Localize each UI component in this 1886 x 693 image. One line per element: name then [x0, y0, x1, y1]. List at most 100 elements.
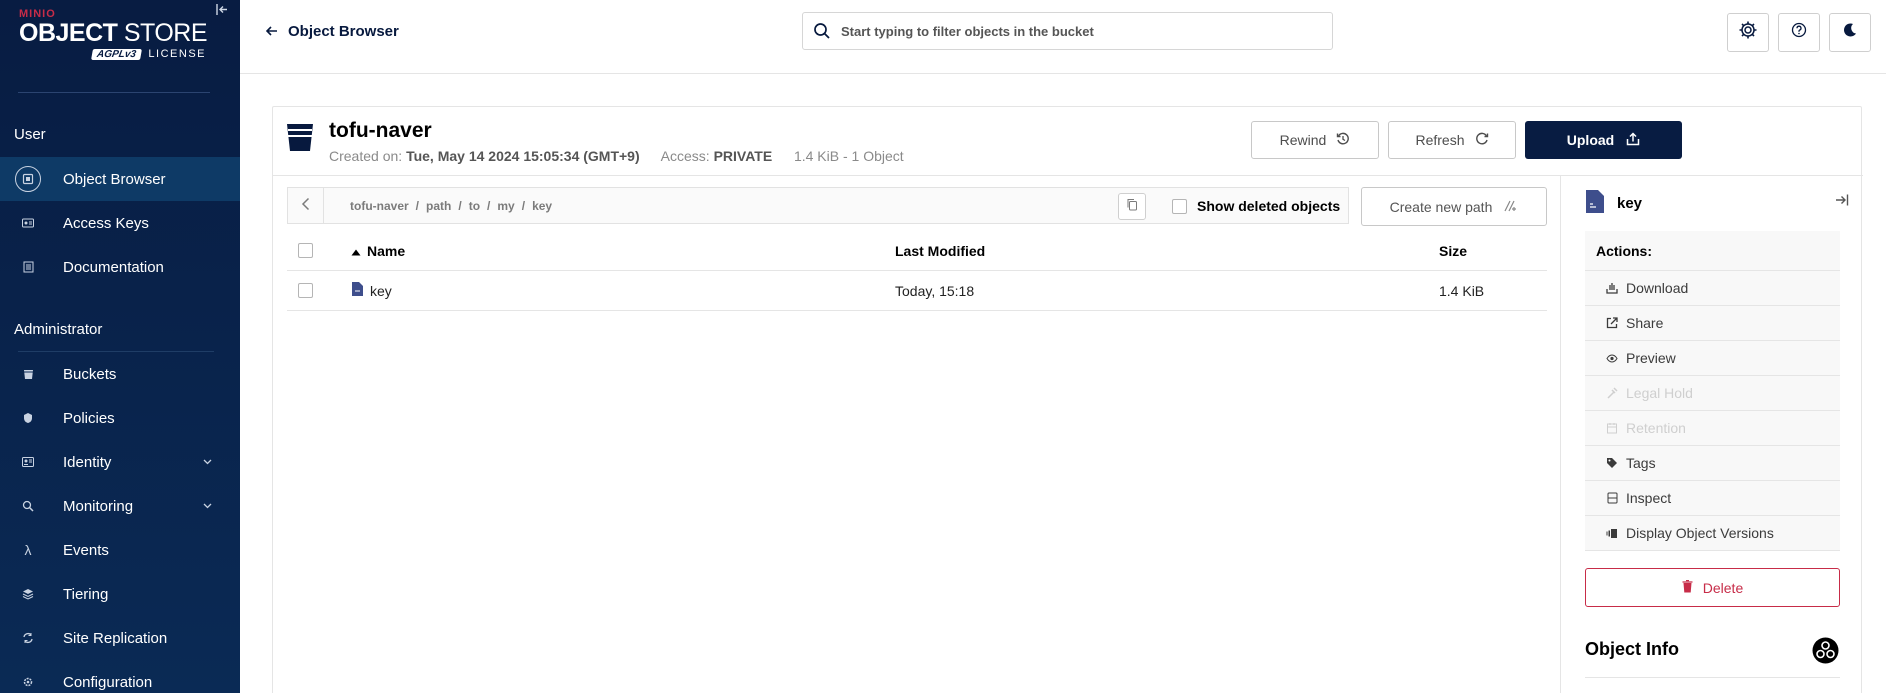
- breadcrumb-item[interactable]: path: [426, 199, 451, 213]
- access-keys-icon: [15, 210, 41, 236]
- object-size: 1.4 KiB: [1439, 282, 1485, 299]
- sidebar-item-buckets[interactable]: Buckets: [0, 352, 240, 396]
- action-tags[interactable]: Tags: [1585, 446, 1840, 481]
- upload-icon: [1626, 131, 1640, 149]
- chevron-down-icon[interactable]: [203, 501, 212, 512]
- download-icon: [1606, 282, 1618, 294]
- dark-mode-toggle[interactable]: [1829, 13, 1871, 52]
- action-share[interactable]: Share: [1585, 306, 1840, 341]
- history-icon: [1336, 132, 1350, 149]
- breadcrumb-separator: /: [487, 198, 491, 213]
- column-header-size[interactable]: Size: [1439, 243, 1467, 259]
- refresh-icon: [1475, 132, 1489, 149]
- created-value: Tue, May 14 2024 15:05:34 (GMT+9): [406, 148, 640, 164]
- collapse-sidebar-icon[interactable]: [214, 3, 230, 19]
- bucket-icon: [15, 361, 41, 387]
- column-header-last-modified[interactable]: Last Modified: [895, 243, 985, 259]
- configuration-icon: [15, 669, 41, 693]
- access-label: Access:: [660, 148, 710, 164]
- row-checkbox[interactable]: [298, 283, 313, 298]
- preview-icon: [1606, 352, 1618, 364]
- create-path-label: Create new path: [1389, 198, 1493, 215]
- inspect-icon: [1606, 492, 1618, 504]
- upload-button[interactable]: Upload: [1525, 121, 1682, 159]
- copy-path-button[interactable]: [1118, 193, 1146, 220]
- show-deleted-checkbox[interactable]: [1172, 198, 1187, 214]
- action-download[interactable]: Download: [1585, 271, 1840, 306]
- close-panel-icon[interactable]: [1835, 193, 1849, 209]
- sidebar-item-access-keys[interactable]: Access Keys: [0, 201, 240, 245]
- column-header-label: Name: [367, 242, 406, 259]
- action-legal-hold: Legal Hold: [1585, 376, 1840, 411]
- logo-store-text: STORE: [123, 19, 208, 47]
- sidebar-item-label: Site Replication: [63, 629, 168, 647]
- panel-divider: [1560, 176, 1561, 693]
- versions-icon: [1606, 527, 1618, 539]
- card-divider: [273, 175, 1863, 176]
- bucket-icon: [286, 121, 314, 153]
- create-new-path-button[interactable]: Create new path: [1361, 187, 1547, 226]
- object-info-title: Object Info: [1585, 639, 1679, 659]
- file-icon: [351, 281, 364, 300]
- sidebar-item-label: Identity: [63, 453, 112, 471]
- created-label: Created on:: [329, 148, 403, 164]
- sidebar-item-events[interactable]: λ Events: [0, 528, 240, 572]
- upload-label: Upload: [1566, 132, 1615, 148]
- sidebar-item-label: Configuration: [63, 673, 153, 691]
- sidebar-item-policies[interactable]: Policies: [0, 396, 240, 440]
- copy-icon: [1126, 198, 1138, 216]
- sidebar-item-label: Documentation: [63, 258, 164, 276]
- object-browser-icon: [15, 166, 41, 192]
- rewind-button[interactable]: Rewind: [1251, 121, 1379, 159]
- object-name-cell: key: [351, 281, 392, 300]
- minio-logo[interactable]: MINIO OBJECT STORE AGPLv3 LICENSE: [19, 8, 214, 70]
- object-info-icon: [1812, 637, 1839, 664]
- table-row[interactable]: key Today, 15:18 1.4 KiB: [287, 271, 1547, 311]
- action-label: Display Object Versions: [1626, 525, 1774, 541]
- action-preview[interactable]: Preview: [1585, 341, 1840, 376]
- action-label: Download: [1626, 280, 1689, 296]
- gear-icon: [1738, 20, 1758, 45]
- sidebar-item-tiering[interactable]: Tiering: [0, 572, 240, 616]
- access-value: PRIVATE: [713, 148, 773, 164]
- trash-icon: [1682, 579, 1693, 596]
- sidebar-item-site-replication[interactable]: Site Replication: [0, 616, 240, 660]
- action-label: Preview: [1626, 350, 1676, 366]
- sidebar-item-documentation[interactable]: Documentation: [0, 245, 240, 289]
- refresh-button[interactable]: Refresh: [1388, 121, 1516, 159]
- action-inspect[interactable]: Inspect: [1585, 481, 1840, 516]
- chevron-left-icon: [301, 195, 310, 216]
- bucket-meta: Created on: Tue, May 14 2024 15:05:34 (G…: [329, 148, 904, 164]
- settings-button[interactable]: [1727, 13, 1769, 52]
- sidebar-item-identity[interactable]: Identity: [0, 440, 240, 484]
- sidebar-item-object-browser[interactable]: Object Browser: [0, 157, 240, 201]
- select-all-checkbox[interactable]: [298, 243, 313, 258]
- search-input[interactable]: [841, 23, 1321, 39]
- column-header-name[interactable]: Name: [351, 243, 405, 259]
- breadcrumb-back-button[interactable]: [288, 188, 324, 223]
- sidebar-item-configuration[interactable]: Configuration: [0, 660, 240, 693]
- section-user: User: [14, 126, 46, 143]
- site-replication-icon: [15, 625, 41, 651]
- policy-icon: [15, 405, 41, 431]
- breadcrumb-item[interactable]: to: [469, 199, 480, 213]
- object-filter-search[interactable]: [802, 12, 1333, 50]
- breadcrumb-item[interactable]: my: [497, 199, 514, 213]
- documentation-icon: [15, 254, 41, 280]
- actions-panel: Actions: Download Share Preview Legal Ho…: [1585, 231, 1840, 551]
- search-icon: [813, 22, 831, 40]
- monitoring-icon: [15, 493, 41, 519]
- action-retention: Retention: [1585, 411, 1840, 446]
- show-deleted-toggle[interactable]: Show deleted objects: [1172, 198, 1340, 214]
- sidebar-item-label: Events: [63, 541, 109, 559]
- breadcrumb-item[interactable]: tofu-naver: [350, 199, 409, 213]
- agpl-badge: AGPLv3: [90, 48, 142, 60]
- help-button[interactable]: [1778, 13, 1820, 52]
- action-display-versions[interactable]: Display Object Versions: [1585, 516, 1840, 551]
- tiering-icon: [15, 581, 41, 607]
- delete-button[interactable]: Delete: [1585, 568, 1840, 607]
- back-to-object-browser-link[interactable]: Object Browser: [265, 23, 399, 40]
- chevron-down-icon[interactable]: [203, 457, 212, 468]
- selected-object-header: key: [1585, 189, 1642, 218]
- sidebar-item-monitoring[interactable]: Monitoring: [0, 484, 240, 528]
